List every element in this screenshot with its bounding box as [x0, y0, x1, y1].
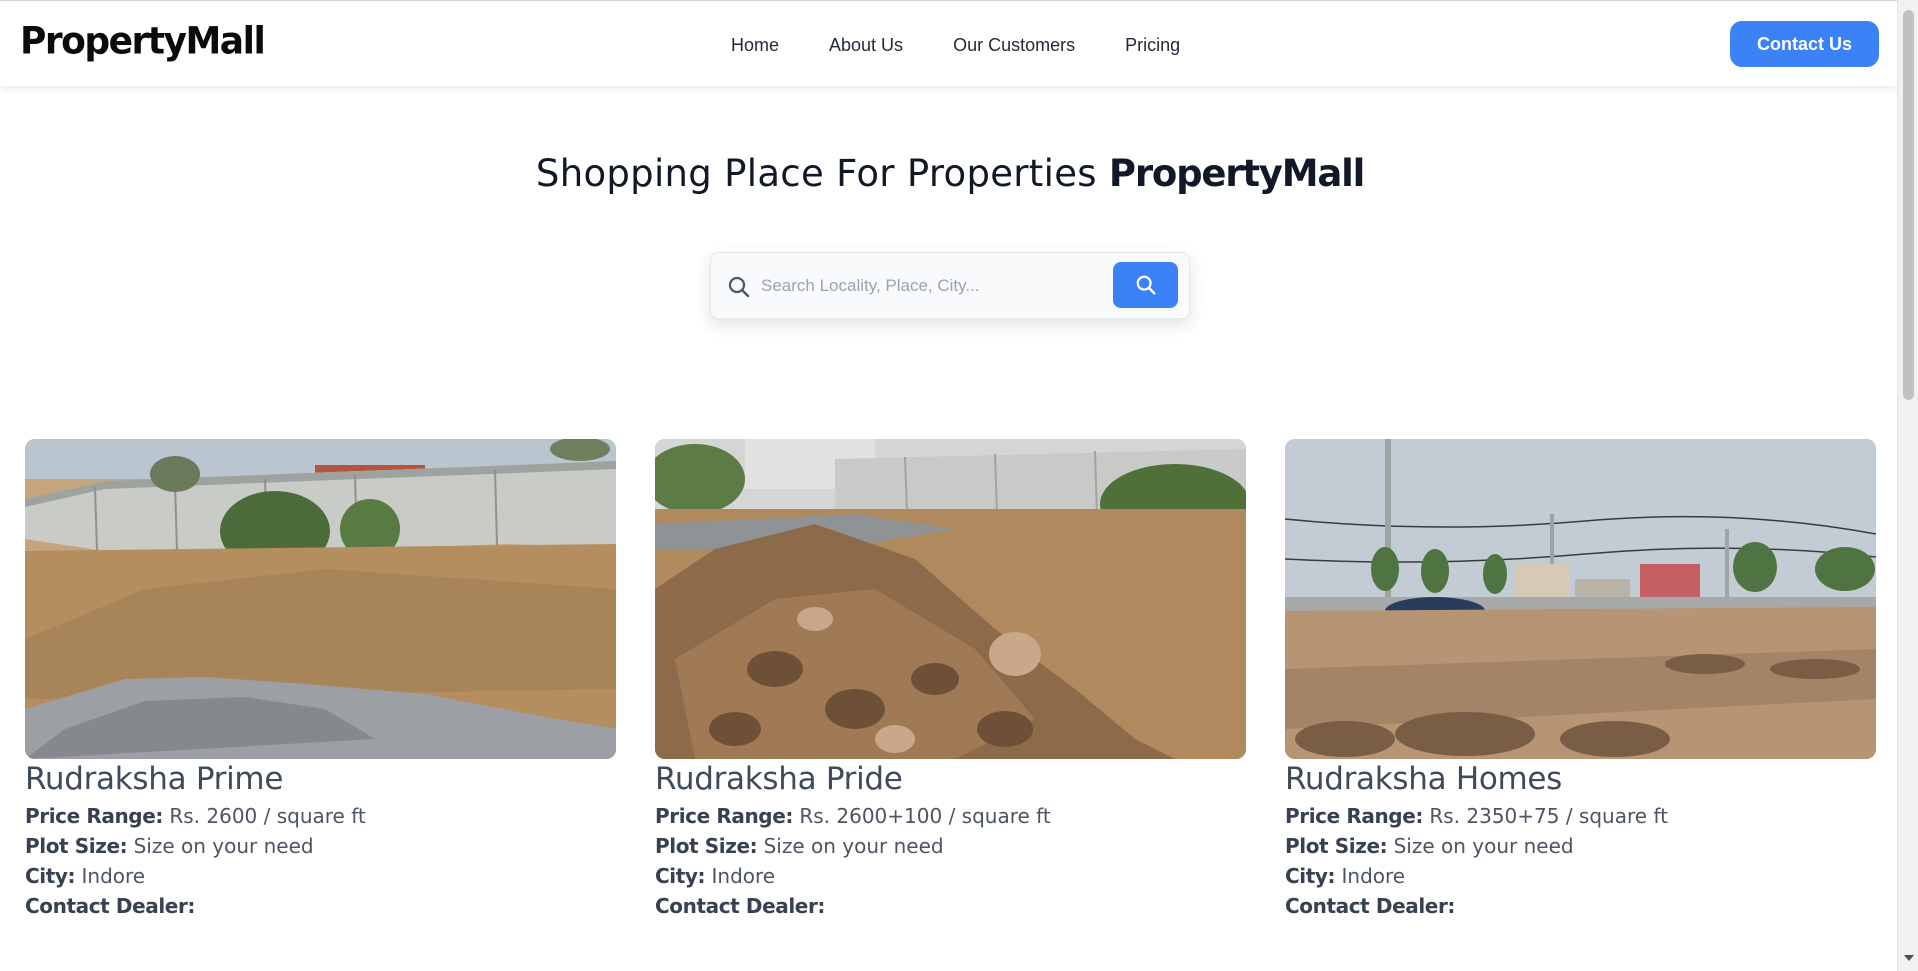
- listing-card[interactable]: Rudraksha Homes Price Range: Rs. 2350+75…: [1285, 439, 1876, 921]
- city-label: City:: [655, 864, 706, 888]
- search-input[interactable]: [761, 267, 1106, 305]
- listing-title[interactable]: Rudraksha Pride: [655, 761, 1246, 801]
- listing-title[interactable]: Rudraksha Homes: [1285, 761, 1876, 801]
- price-label: Price Range:: [1285, 804, 1423, 828]
- listing-image[interactable]: [1285, 439, 1876, 759]
- plot-size: Plot Size: Size on your need: [655, 831, 1246, 861]
- city: City: Indore: [655, 861, 1246, 891]
- city-value: Indore: [1341, 864, 1406, 888]
- plot-label: Plot Size:: [1285, 834, 1388, 858]
- contact-dealer: Contact Dealer:: [25, 891, 616, 921]
- search-icon: [1136, 275, 1155, 295]
- city-value: Indore: [81, 864, 146, 888]
- plot-label: Plot Size:: [655, 834, 758, 858]
- listing-card[interactable]: Rudraksha Prime Price Range: Rs. 2600 / …: [25, 439, 616, 921]
- plot-photo: [1285, 439, 1876, 759]
- scroll-down-arrow-icon[interactable]: [1904, 955, 1914, 961]
- logo[interactable]: PropertyMall: [20, 20, 266, 63]
- search-button[interactable]: [1113, 262, 1178, 308]
- contact-dealer: Contact Dealer:: [1285, 891, 1876, 921]
- city-label: City:: [25, 864, 76, 888]
- city-label: City:: [1285, 864, 1336, 888]
- plot-size: Plot Size: Size on your need: [1285, 831, 1876, 861]
- city: City: Indore: [25, 861, 616, 891]
- plot-value: Size on your need: [763, 834, 944, 858]
- nav-links: Home About Us Our Customers Pricing: [731, 35, 1230, 56]
- navbar: PropertyMall Home About Us Our Customers…: [0, 0, 1897, 86]
- plot-photo: [25, 439, 616, 759]
- contact-us-button[interactable]: Contact Us: [1730, 21, 1879, 67]
- listing-image[interactable]: [25, 439, 616, 759]
- contact-dealer-label: Contact Dealer:: [1285, 894, 1456, 918]
- listing-title[interactable]: Rudraksha Prime: [25, 761, 616, 801]
- plot-label: Plot Size:: [25, 834, 128, 858]
- hero-title-brand: PropertyMall: [1108, 152, 1365, 195]
- plot-size: Plot Size: Size on your need: [25, 831, 616, 861]
- listing-image[interactable]: [655, 439, 1246, 759]
- price-label: Price Range:: [655, 804, 793, 828]
- price-label: Price Range:: [25, 804, 163, 828]
- price-value: Rs. 2600+100 / square ft: [799, 804, 1051, 828]
- city: City: Indore: [1285, 861, 1876, 891]
- hero-title-text: Shopping Place For Properties: [535, 152, 1109, 195]
- nav-link-our-customers[interactable]: Our Customers: [953, 35, 1075, 56]
- page: PropertyMall Home About Us Our Customers…: [0, 0, 1897, 971]
- price-range: Price Range: Rs. 2600+100 / square ft: [655, 801, 1246, 831]
- contact-dealer-label: Contact Dealer:: [655, 894, 826, 918]
- contact-dealer-label: Contact Dealer:: [25, 894, 196, 918]
- search-box: [710, 252, 1190, 319]
- search-icon: [728, 276, 750, 298]
- scrollbar[interactable]: [1897, 0, 1918, 971]
- price-value: Rs. 2350+75 / square ft: [1429, 804, 1668, 828]
- hero-title: Shopping Place For Properties PropertyMa…: [0, 152, 1897, 195]
- nav-link-home[interactable]: Home: [731, 35, 779, 56]
- city-value: Indore: [711, 864, 776, 888]
- plot-value: Size on your need: [133, 834, 314, 858]
- price-range: Price Range: Rs. 2600 / square ft: [25, 801, 616, 831]
- price-value: Rs. 2600 / square ft: [169, 804, 366, 828]
- plot-photo: [655, 439, 1246, 759]
- nav-link-about-us[interactable]: About Us: [829, 35, 903, 56]
- listing-card[interactable]: Rudraksha Pride Price Range: Rs. 2600+10…: [655, 439, 1246, 921]
- plot-value: Size on your need: [1393, 834, 1574, 858]
- scrollbar-thumb[interactable]: [1903, 10, 1914, 400]
- price-range: Price Range: Rs. 2350+75 / square ft: [1285, 801, 1876, 831]
- nav-link-pricing[interactable]: Pricing: [1125, 35, 1180, 56]
- contact-dealer: Contact Dealer:: [655, 891, 1246, 921]
